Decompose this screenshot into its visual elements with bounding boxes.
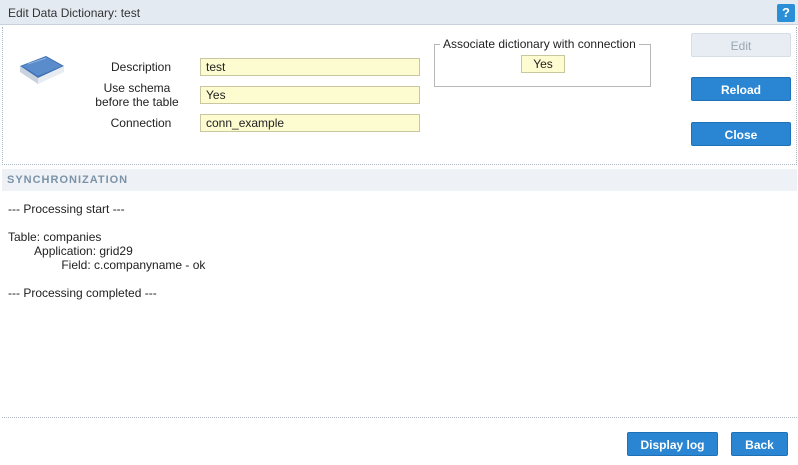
edit-button[interactable]: Edit — [691, 33, 791, 57]
association-value[interactable]: Yes — [521, 55, 565, 73]
log-line: Table: companies — [8, 230, 102, 244]
footer-divider — [2, 417, 797, 418]
schema-label-line1: Use schema — [103, 81, 171, 95]
help-button[interactable]: ? — [777, 4, 795, 22]
schema-label-line2: before the table — [95, 95, 179, 109]
back-button[interactable]: Back — [731, 432, 788, 456]
title-bar: Edit Data Dictionary: test ? — [0, 0, 798, 25]
description-field[interactable]: test — [200, 58, 420, 76]
log-line: --- Processing start --- — [8, 202, 125, 216]
connection-field[interactable]: conn_example — [200, 114, 420, 132]
sync-log: --- Processing start --- Table: companie… — [8, 202, 205, 300]
log-line: Application: grid29 — [8, 244, 133, 258]
log-line: --- Processing completed --- — [8, 286, 157, 300]
log-line: Field: c.companyname - ok — [8, 258, 206, 272]
connection-label: Connection — [110, 116, 172, 130]
reload-button[interactable]: Reload — [691, 77, 791, 101]
schema-field[interactable]: Yes — [200, 86, 420, 104]
section-title: SYNCHRONIZATION — [7, 174, 129, 186]
synchronization-header: SYNCHRONIZATION — [2, 169, 797, 191]
book-icon — [20, 56, 64, 84]
window-title: Edit Data Dictionary: test — [8, 6, 141, 20]
display-log-button[interactable]: Display log — [627, 432, 718, 456]
association-legend: Associate dictionary with connection — [440, 37, 639, 51]
close-button[interactable]: Close — [691, 122, 791, 146]
description-label: Description — [110, 60, 172, 74]
